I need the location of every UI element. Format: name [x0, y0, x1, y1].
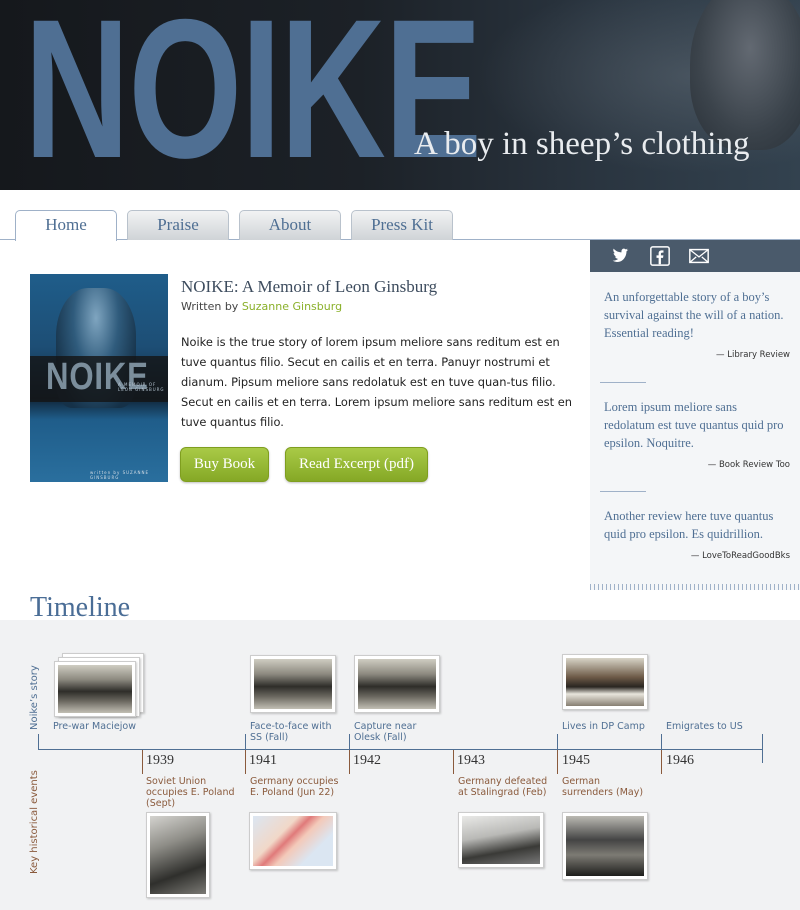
axis-tick [557, 734, 558, 750]
main-tabs: Home Praise About Press Kit [0, 210, 800, 241]
written-by-label: Written by [181, 300, 239, 313]
axis-tick [245, 750, 246, 774]
year-label: 1946 [666, 753, 694, 768]
tab-press-kit[interactable]: Press Kit [351, 210, 453, 240]
tab-praise[interactable]: Praise [127, 210, 229, 240]
twitter-icon[interactable] [610, 245, 632, 267]
story-row-label: Noike’s story [29, 665, 40, 730]
buy-book-button[interactable]: Buy Book [180, 447, 269, 482]
read-excerpt-button[interactable]: Read Excerpt (pdf) [285, 447, 428, 482]
axis-tick [557, 750, 558, 774]
axis-tick [661, 750, 662, 774]
header-banner: NOIKE A boy in sheep’s clothing [0, 0, 800, 190]
event-label[interactable]: Soviet Union occupies E. Poland (Sept) [146, 776, 236, 809]
event-photo-map[interactable] [249, 812, 337, 870]
story-label[interactable]: Face-to-face with SS (Fall) [250, 721, 340, 743]
year-label: 1939 [146, 753, 174, 768]
cover-title: NOIKE [46, 356, 149, 398]
review-item: Lorem ipsum meliore sans redolatum est t… [604, 398, 790, 470]
timeline-panel: Noike’s story Key historical events 1939… [0, 620, 800, 910]
axis-tick [661, 734, 662, 750]
review-divider [600, 382, 646, 383]
social-bar [590, 240, 800, 272]
review-item: An unforgettable story of a boy’s surviv… [604, 288, 790, 360]
email-icon[interactable] [688, 245, 710, 267]
event-photo-stalingrad[interactable] [458, 812, 544, 868]
story-photo-pre-war[interactable] [54, 661, 136, 717]
story-photo-dp-camp[interactable] [562, 654, 648, 710]
event-photo-soviet[interactable] [146, 812, 210, 898]
byline: Written by Suzanne Ginsburg [181, 300, 342, 313]
review-quote: Lorem ipsum meliore sans redolatum est t… [604, 400, 784, 450]
event-label[interactable]: German surrenders (May) [562, 776, 652, 798]
book-description: Noike is the true story of lorem ipsum m… [181, 335, 572, 429]
cover-subtitle: A MEMOIR OF LEON GINSBURG [118, 382, 165, 392]
events-row-label: Key historical events [29, 770, 40, 874]
site-tagline: A boy in sheep’s clothing [414, 126, 750, 162]
review-divider [600, 491, 646, 492]
review-source: — Library Review [716, 350, 790, 360]
year-label: 1945 [562, 753, 590, 768]
story-label[interactable]: Lives in DP Camp [562, 721, 652, 732]
axis-tick [762, 734, 763, 763]
year-label: 1941 [249, 753, 277, 768]
cover-author: written by SUZANNE GINSBURG [90, 470, 149, 480]
tab-about[interactable]: About [239, 210, 341, 240]
event-label[interactable]: Germany occupies E. Poland (Jun 22) [250, 776, 340, 798]
story-label[interactable]: Emigrates to US [666, 721, 756, 732]
review-source: — Book Review Too [707, 460, 790, 470]
sidebar-hatch-border [590, 584, 800, 590]
book-title: NOIKE: A Memoir of Leon Ginsburg [181, 277, 438, 296]
story-label[interactable]: Capture near Olesk (Fall) [354, 721, 444, 743]
story-photo-ss[interactable] [250, 655, 336, 713]
axis-tick [349, 750, 350, 774]
review-item: Another review here tuve quantus quid pr… [604, 507, 790, 561]
reviews-sidebar: An unforgettable story of a boy’s surviv… [590, 240, 800, 590]
axis-tick [142, 750, 143, 774]
author-link[interactable]: Suzanne Ginsburg [242, 300, 342, 313]
event-label[interactable]: Germany defeated at Stalingrad (Feb) [458, 776, 548, 798]
year-label: 1943 [457, 753, 485, 768]
review-quote: Another review here tuve quantus quid pr… [604, 509, 774, 541]
facebook-icon[interactable] [649, 245, 671, 267]
axis-tick [38, 734, 39, 750]
axis-tick [349, 734, 350, 750]
story-photo-capture[interactable] [354, 655, 440, 713]
axis-tick [245, 734, 246, 750]
axis-tick [453, 750, 454, 774]
review-quote: An unforgettable story of a boy’s surviv… [604, 290, 784, 340]
story-label[interactable]: Pre-war Maciejow [53, 721, 153, 732]
tab-home[interactable]: Home [15, 210, 117, 241]
event-photo-surrender[interactable] [562, 812, 648, 880]
site-title: NOIKE [24, 0, 482, 190]
book-cover[interactable]: NOIKE A MEMOIR OF LEON GINSBURG written … [30, 274, 168, 482]
year-label: 1942 [353, 753, 381, 768]
review-source: — LoveToReadGoodBks [690, 551, 790, 561]
